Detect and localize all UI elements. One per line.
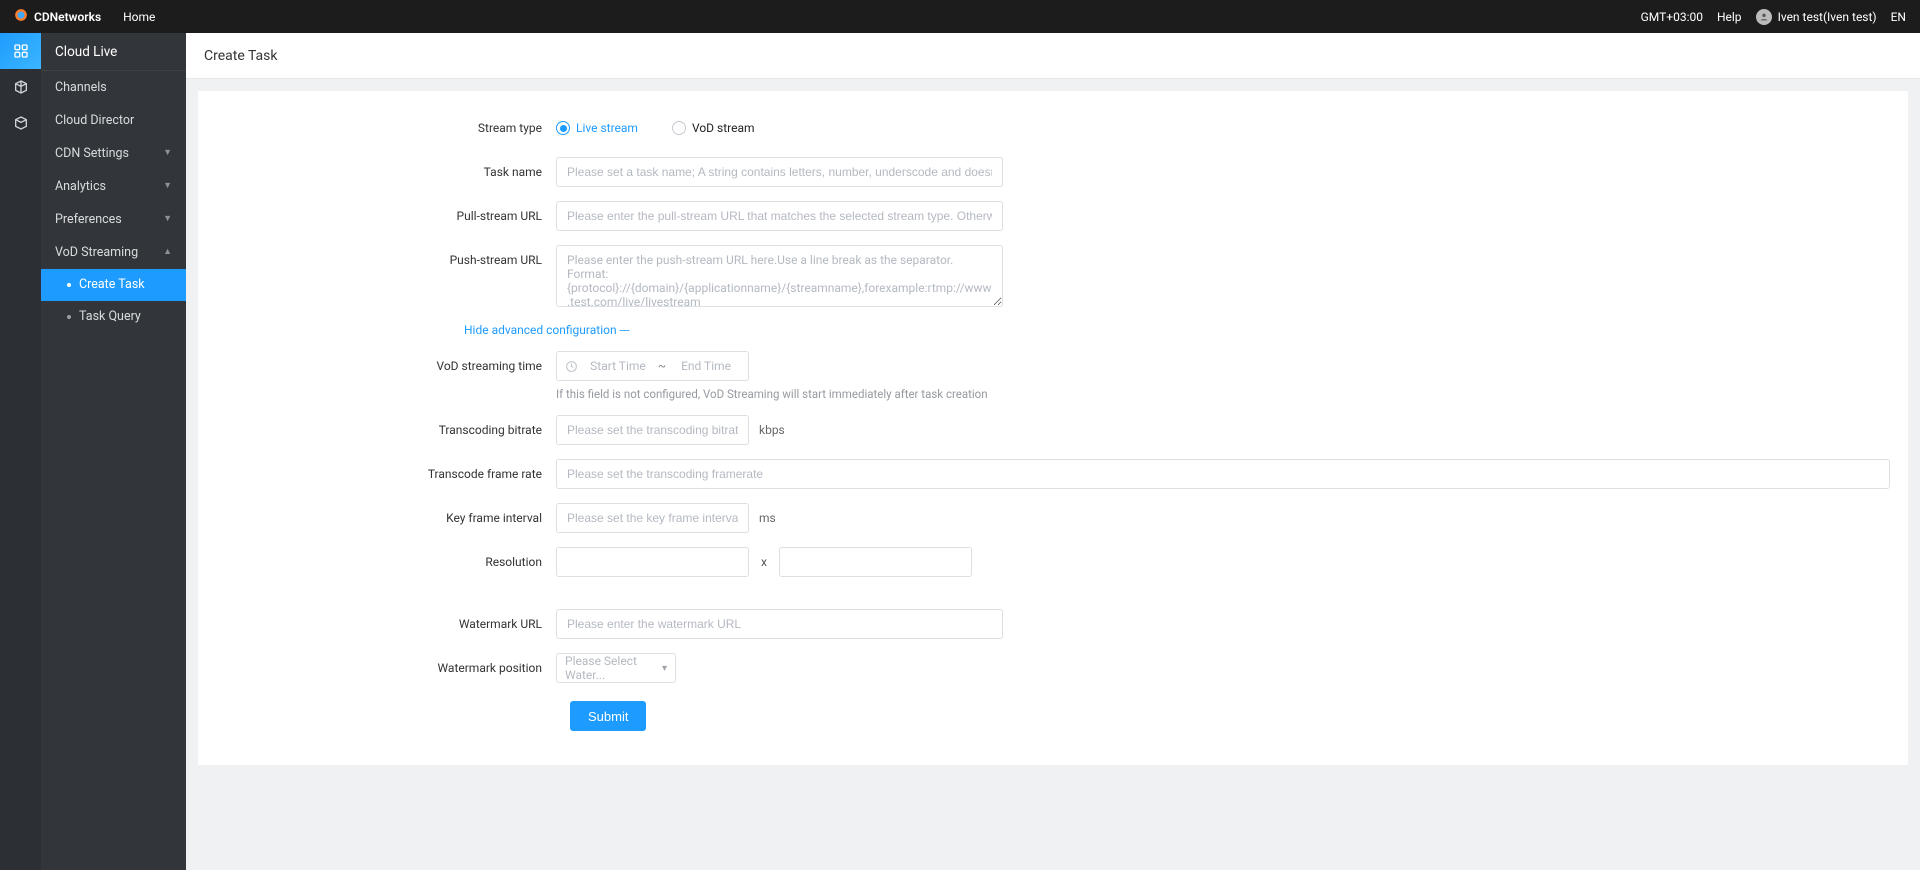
lang-switch[interactable]: EN <box>1891 10 1906 24</box>
page-title: Create Task <box>186 33 1920 79</box>
push-url-textarea[interactable] <box>556 245 1003 307</box>
radio-disc-icon <box>672 121 686 135</box>
sidebar-item-cdn-settings[interactable]: CDN Settings ▼ <box>41 137 186 170</box>
sidebar-item-vod-streaming[interactable]: VoD Streaming ▲ <box>41 236 186 269</box>
sidebar-item-label: CDN Settings <box>55 137 129 170</box>
row-resolution: Resolution x <box>216 547 1890 577</box>
select-placeholder: Please Select Water... <box>565 654 662 682</box>
brand-text: CDNetworks <box>34 10 101 24</box>
sidebar-section-title: Cloud Live <box>41 33 186 71</box>
chevron-down-icon: ▼ <box>163 170 172 203</box>
sidebar-item-label: Channels <box>55 71 107 104</box>
label-push-url: Push-stream URL <box>216 245 556 275</box>
radio-vod-stream[interactable]: VoD stream <box>672 113 755 143</box>
sidebar: Cloud Live Channels Cloud Director CDN S… <box>41 33 186 870</box>
brand: CDNetworks <box>14 8 101 25</box>
sidebar-sub-label: Create Task <box>79 269 145 301</box>
chevron-down-icon: ▼ <box>163 137 172 170</box>
submit-button[interactable]: Submit <box>570 701 646 731</box>
row-stream-type: Stream type Live stream VoD stream <box>216 113 1890 143</box>
sidebar-item-label: VoD Streaming <box>55 236 138 269</box>
bitrate-input[interactable] <box>556 415 749 445</box>
user-menu[interactable]: Iven test(Iven test) <box>1756 9 1877 25</box>
vod-time-range[interactable]: Start Time ~ End Time <box>556 351 749 381</box>
unit-kbps: kbps <box>759 423 785 437</box>
radio-label: Live stream <box>576 113 638 143</box>
label-pull-url: Pull-stream URL <box>216 201 556 231</box>
timezone[interactable]: GMT+03:00 <box>1641 10 1703 24</box>
row-framerate: Transcode frame rate <box>216 459 1890 489</box>
chevron-up-icon: ▲ <box>163 236 172 269</box>
resolution-height-input[interactable] <box>779 547 972 577</box>
row-vod-time: VoD streaming time Start Time ~ End Time… <box>216 351 1890 401</box>
start-time-placeholder: Start Time <box>584 359 652 373</box>
resolution-width-input[interactable] <box>556 547 749 577</box>
label-resolution: Resolution <box>216 547 556 577</box>
sidebar-item-analytics[interactable]: Analytics ▼ <box>41 170 186 203</box>
framerate-input[interactable] <box>556 459 1890 489</box>
rail-dashboard-icon[interactable] <box>0 33 41 69</box>
row-watermark-position: Watermark position Please Select Water..… <box>216 653 1890 683</box>
main: Create Task Stream type Live stream VoD … <box>186 33 1920 870</box>
end-time-placeholder: End Time <box>672 359 740 373</box>
label-framerate: Transcode frame rate <box>216 459 556 489</box>
chevron-down-icon: ▼ <box>163 203 172 236</box>
topbar: CDNetworks Home GMT+03:00 Help Iven test… <box>0 0 1920 33</box>
row-pull-url: Pull-stream URL <box>216 201 1890 231</box>
rail-globe-icon[interactable] <box>0 105 41 141</box>
user-label: Iven test(Iven test) <box>1778 10 1877 24</box>
label-watermark-url: Watermark URL <box>216 609 556 639</box>
sidebar-item-channels[interactable]: Channels <box>41 71 186 104</box>
label-stream-type: Stream type <box>216 113 556 143</box>
radio-label: VoD stream <box>692 113 755 143</box>
sidebar-item-label: Cloud Director <box>55 104 134 137</box>
label-keyframe: Key frame interval <box>216 503 556 533</box>
avatar-icon <box>1756 9 1772 25</box>
label-vod-time: VoD streaming time <box>216 351 556 381</box>
label-watermark-position: Watermark position <box>216 653 556 683</box>
sidebar-sub-task-query[interactable]: Task Query <box>41 301 186 333</box>
keyframe-input[interactable] <box>556 503 749 533</box>
rail-box-icon[interactable] <box>0 69 41 105</box>
range-separator: ~ <box>658 359 666 373</box>
icon-rail <box>0 33 41 870</box>
toggle-advanced-link[interactable]: Hide advanced configuration --- <box>464 323 630 337</box>
row-push-url: Push-stream URL <box>216 245 1890 307</box>
sidebar-item-label: Analytics <box>55 170 106 203</box>
submit-row: Submit <box>570 701 1890 731</box>
bullet-icon <box>67 315 71 319</box>
sidebar-item-cloud-director[interactable]: Cloud Director <box>41 104 186 137</box>
row-watermark-url: Watermark URL <box>216 609 1890 639</box>
help-link[interactable]: Help <box>1717 10 1742 24</box>
sidebar-sub-label: Task Query <box>79 301 141 333</box>
row-bitrate: Transcoding bitrate kbps <box>216 415 1890 445</box>
radio-disc-icon <box>556 121 570 135</box>
unit-ms: ms <box>759 511 776 525</box>
resolution-separator: x <box>759 555 769 569</box>
radio-live-stream[interactable]: Live stream <box>556 113 638 143</box>
brand-logo-icon <box>14 8 28 25</box>
chevron-down-icon: ▾ <box>662 663 667 674</box>
task-name-input[interactable] <box>556 157 1003 187</box>
label-task-name: Task name <box>216 157 556 187</box>
bullet-icon <box>67 283 71 287</box>
row-task-name: Task name <box>216 157 1890 187</box>
pull-url-input[interactable] <box>556 201 1003 231</box>
sidebar-item-label: Preferences <box>55 203 122 236</box>
watermark-url-input[interactable] <box>556 609 1003 639</box>
form-card: Stream type Live stream VoD stream <box>198 91 1908 765</box>
row-keyframe: Key frame interval ms <box>216 503 1890 533</box>
vod-time-note: If this field is not configured, VoD Str… <box>556 387 988 401</box>
watermark-position-select[interactable]: Please Select Water... ▾ <box>556 653 676 683</box>
topbar-right: GMT+03:00 Help Iven test(Iven test) EN <box>1641 9 1906 25</box>
nav-home[interactable]: Home <box>123 10 155 24</box>
label-bitrate: Transcoding bitrate <box>216 415 556 445</box>
sidebar-item-preferences[interactable]: Preferences ▼ <box>41 203 186 236</box>
sidebar-sub-create-task[interactable]: Create Task <box>41 269 186 301</box>
clock-icon <box>565 360 578 373</box>
